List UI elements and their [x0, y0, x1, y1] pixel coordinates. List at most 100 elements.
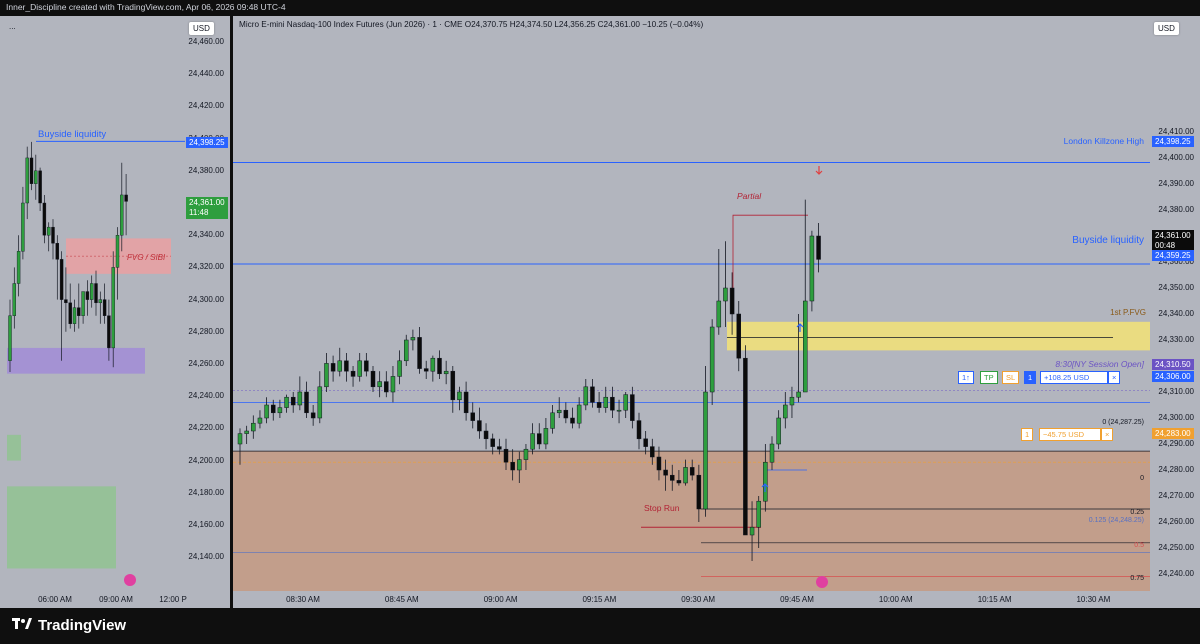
left-y-tick-label: 24,420.00 [188, 101, 224, 111]
left-y-tick-label: 24,460.00 [188, 37, 224, 46]
left-level-price-label: 24,398.25 [186, 137, 228, 148]
tradingview-brand: TradingView [38, 617, 127, 634]
candle-body [550, 412, 555, 429]
candle-body [630, 394, 635, 421]
candle-body [437, 357, 442, 375]
left-candle-body [89, 283, 94, 300]
left-price-axis[interactable]: USD 24,460.0024,440.0024,420.0024,400.00… [185, 16, 230, 591]
tp-qty-chip[interactable]: 1↑ [958, 371, 974, 384]
x-tick-label: 10:00 AM [878, 595, 913, 604]
candle-body [457, 391, 462, 401]
left-candle-body [72, 307, 77, 324]
candle-body [809, 235, 815, 302]
main-currency-button[interactable]: USD [1154, 22, 1179, 35]
candle-body [803, 300, 808, 393]
left-candle-body [111, 267, 115, 349]
left-candle-body [77, 307, 81, 316]
candle-body [510, 461, 515, 471]
left-replay-icon [124, 574, 136, 586]
candle-body [703, 391, 708, 510]
tp-qty-badge[interactable]: 1 [1024, 371, 1037, 384]
main-price-axis[interactable]: USD 24,410.00 24,400.00 24,390.00 24,380.00… [1150, 16, 1200, 604]
left-y-tick-label: 24,380.00 [188, 165, 224, 175]
header-title: Inner_Discipline created with TradingVie… [6, 2, 286, 12]
left-x-tick-label: 12:00 P [159, 595, 187, 604]
left-candle-body [115, 234, 120, 268]
left-chart-pane[interactable]: ... Buyside liquidity FVG / SIBI [0, 16, 185, 591]
left-candle-body [38, 170, 42, 204]
candle-body [556, 409, 562, 414]
buyside-price-label: 24,359.25 [1152, 250, 1194, 261]
candle-body [670, 474, 675, 481]
main-chart-pane[interactable]: Micro E-mini Nasdaq-100 Index Futures (J… [233, 16, 1150, 591]
sl-button[interactable]: SL [1002, 371, 1020, 384]
x-tick-label: 10:30 AM [1076, 595, 1111, 604]
candle-body [244, 430, 249, 434]
candle-body [576, 404, 582, 424]
buyside-liquidity-label: Buyside liquidity [1072, 235, 1144, 246]
candle-body [716, 300, 722, 328]
fib-zero-label: 0 [1140, 475, 1144, 482]
candle-body [743, 357, 748, 536]
candle-body [537, 433, 542, 445]
sl-close-button[interactable]: × [1101, 428, 1114, 441]
candle-body [390, 376, 396, 393]
left-candle-body [107, 315, 111, 349]
left-time-axis[interactable]: 06:00 AM 09:00 AM 12:00 P [0, 591, 230, 608]
candle-body [636, 420, 642, 440]
left-buyside-label: Buyside liquidity [38, 129, 107, 140]
candle-body [284, 396, 289, 408]
fib-0125-label: 0.125 (24,248.25) [1088, 517, 1144, 524]
candle-body [723, 287, 728, 302]
fvg-label: 1st P.FVG [1110, 308, 1146, 317]
london-price-label: 24,398.25 [1152, 136, 1194, 147]
left-range-zone [7, 486, 116, 569]
left-candle-body [21, 202, 25, 252]
footer-bar [0, 608, 1200, 644]
tp-close-button[interactable]: × [1108, 371, 1121, 384]
left-y-tick-label: 24,340.00 [188, 230, 224, 240]
candle-body [417, 337, 422, 369]
candle-body [490, 438, 495, 447]
ny-open-price-label: 24,310.50 [1152, 359, 1194, 370]
left-candle-body [59, 259, 64, 300]
fib-075-label: 0.75 [1130, 575, 1144, 582]
candle-body [483, 430, 489, 440]
sl-qty-chip[interactable]: 1 [1021, 428, 1034, 441]
candle-body [749, 526, 755, 536]
y-tick-label: 24,350.00 [1158, 283, 1194, 292]
candle-body [610, 396, 615, 411]
y-tick-label: 24,380.00 [1158, 205, 1194, 214]
left-x-tick-label: 09:00 AM [99, 595, 133, 604]
candle-body [477, 420, 482, 432]
left-candle-body [98, 299, 103, 304]
candle-body [350, 370, 356, 377]
y-tick-label: 24,330.00 [1158, 335, 1194, 344]
left-session-zone [7, 347, 145, 374]
candle-body [543, 428, 549, 445]
main-countdown: 00:48 [1155, 241, 1176, 250]
fib-zero-price-label: 0 (24,287.25) [1102, 419, 1144, 426]
left-candle-body [55, 243, 59, 260]
partial-label: Partial [737, 191, 762, 201]
candle-body [463, 391, 469, 414]
candle-body [616, 409, 622, 412]
tp-button[interactable]: TP [980, 371, 998, 384]
y-tick-label: 24,240.00 [1158, 569, 1194, 578]
left-candle-body [51, 226, 55, 244]
main-time-axis[interactable]: 08:30 AM 08:45 AM 09:00 AM 09:15 AM 09:30 AM… [233, 591, 1200, 608]
tradingview-logo[interactable]: TradingView [12, 617, 126, 634]
left-last-price: 24,361.00 [189, 198, 225, 207]
x-tick-label: 09:00 AM [483, 595, 518, 604]
candle-body [357, 360, 362, 377]
candle-body [264, 404, 269, 419]
left-currency-button[interactable]: USD [189, 22, 214, 35]
candle-body [583, 386, 589, 406]
left-candle-body [102, 299, 107, 316]
candle-body [271, 404, 276, 414]
candle-body [623, 394, 628, 411]
y-tick-label: 24,410.00 [1158, 127, 1194, 136]
candle-body [517, 459, 522, 471]
left-candle-body [124, 194, 128, 202]
candle-body [709, 326, 715, 393]
